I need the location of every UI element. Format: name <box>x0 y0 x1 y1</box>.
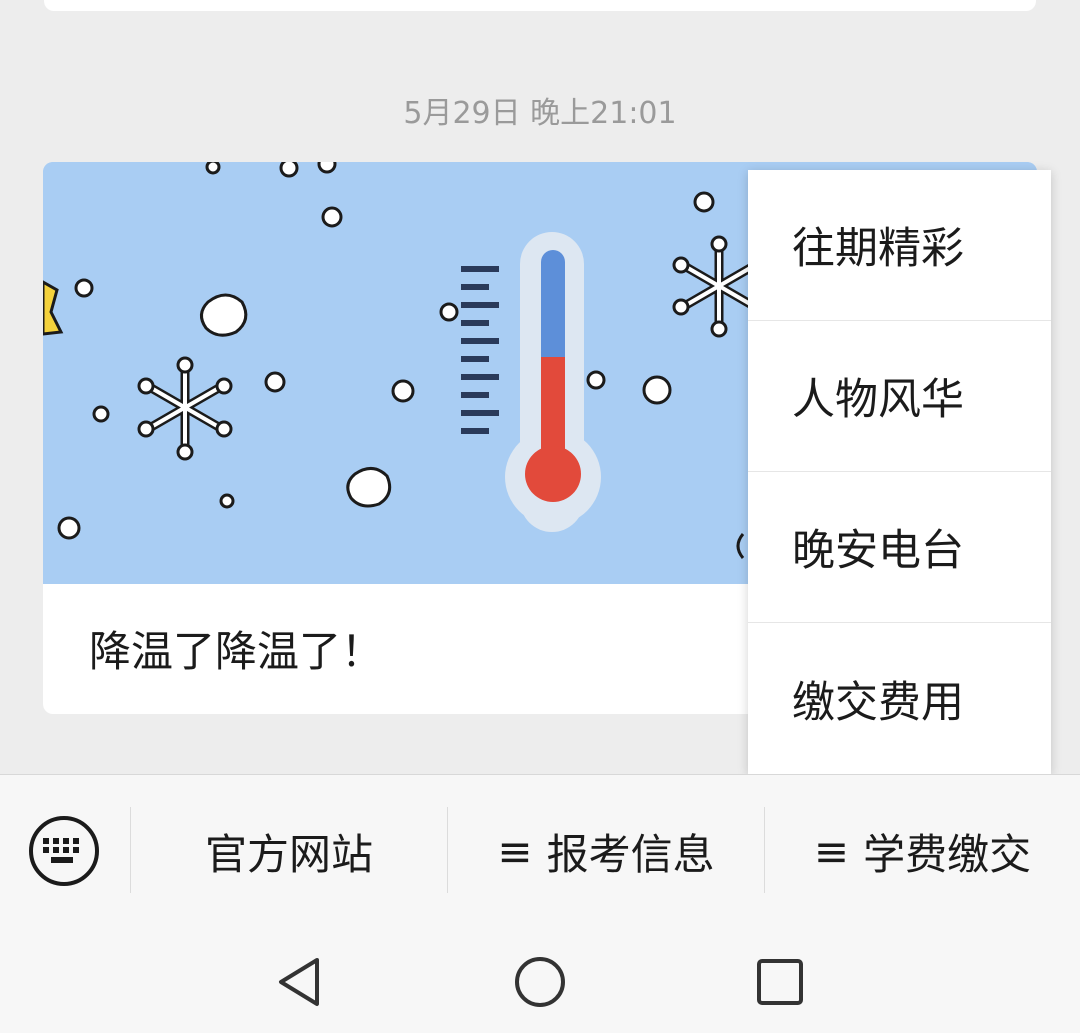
menu-tab-exam-info[interactable]: ≡ 报考信息 <box>448 811 764 891</box>
menu-tab-tuition-payment[interactable]: ≡ 学费缴交 <box>765 811 1080 891</box>
article-title[interactable]: 降温了降温了！ <box>89 618 383 679</box>
previous-message-card[interactable] <box>44 0 1036 11</box>
message-timestamp: 5月29日 晚上21:01 <box>403 96 677 131</box>
recents-square-icon[interactable] <box>753 955 807 1009</box>
keyboard-toggle-button[interactable] <box>29 816 99 886</box>
back-triangle-icon[interactable] <box>273 955 327 1009</box>
home-circle-icon[interactable] <box>513 955 567 1009</box>
menu-tab-label: 官方网站 <box>204 829 373 879</box>
submenu-item-pay-fees[interactable]: 缴交费用 <box>748 623 1051 774</box>
menu-tab-label: 学费缴交 <box>863 829 1032 879</box>
submenu-popup: 往期精彩 人物风华 晚安电台 缴交费用 <box>748 170 1051 774</box>
menu-tab-label: 报考信息 <box>546 829 715 879</box>
keyboard-icon <box>43 838 79 863</box>
menu-tab-official-website[interactable]: 官方网站 <box>131 811 447 891</box>
submenu-item-people[interactable]: 人物风华 <box>748 321 1051 472</box>
submenu-indicator-icon: ≡ <box>813 826 850 876</box>
system-navigation-bar <box>0 927 1080 1033</box>
submenu-item-past-highlights[interactable]: 往期精彩 <box>748 170 1051 321</box>
official-account-menu-bar: 官方网站 ≡ 报考信息 ≡ 学费缴交 <box>0 774 1080 927</box>
submenu-indicator-icon: ≡ <box>497 826 533 876</box>
submenu-item-goodnight-radio[interactable]: 晚安电台 <box>748 472 1051 623</box>
